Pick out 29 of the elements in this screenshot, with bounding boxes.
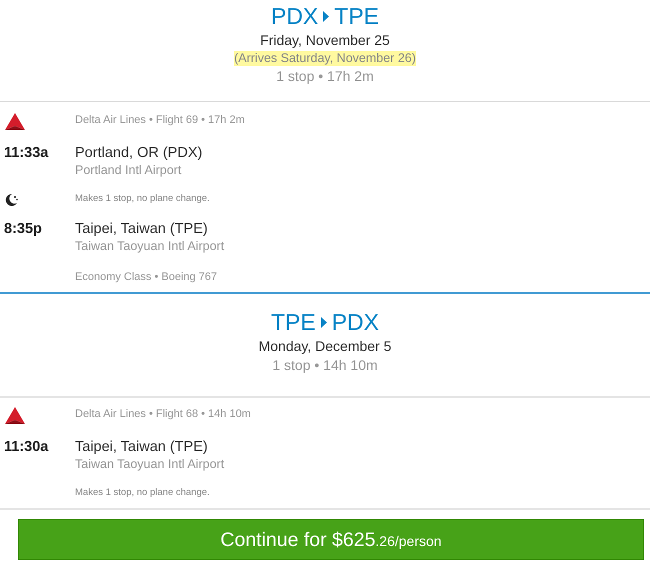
origin-code: PDX: [270, 2, 318, 30]
triangle-right-icon: [320, 316, 327, 328]
trip-summary: 1 stop • 17h 2m: [276, 67, 374, 85]
moon-icon: [5, 192, 18, 206]
destination-code: PDX: [332, 308, 380, 336]
cabin-info: Economy Class • Boeing 767: [75, 270, 218, 284]
airline-logo-icon: [5, 407, 25, 424]
triangle-right-icon: [323, 10, 330, 22]
flight-time: 11:30a: [3, 438, 50, 456]
origin-code: TPE: [270, 308, 316, 336]
airport-name: Portland Intl Airport: [75, 162, 182, 178]
city-name: Taipei, Taiwan (TPE): [75, 438, 209, 456]
trip-summary: 1 stop • 14h 10m: [272, 356, 378, 374]
airport-name: Taiwan Taoyuan Intl Airport: [75, 238, 226, 254]
departure-date: Monday, December 5: [258, 337, 392, 355]
city-name: Portland, OR (PDX): [75, 144, 204, 162]
airline-logo-icon: [5, 113, 25, 130]
flight-time: 11:33a: [3, 144, 50, 162]
destination-code: TPE: [334, 2, 380, 30]
flight-info: Delta Air Lines • Flight 68 • 14h 10m: [75, 407, 252, 421]
stop-note: Makes 1 stop, no plane change.: [75, 192, 211, 206]
flight-info: Delta Air Lines • Flight 69 • 17h 2m: [75, 113, 246, 127]
stop-note: Makes 1 stop, no plane change.: [75, 486, 211, 500]
arrival-note: (Arrives Saturday, November 26): [234, 51, 416, 66]
city-name: Taipei, Taiwan (TPE): [75, 220, 209, 238]
continue-button[interactable]: Continue for $625.26/person: [18, 519, 644, 560]
airport-name: Taiwan Taoyuan Intl Airport: [75, 456, 226, 472]
flight-time: 8:35p: [3, 220, 43, 238]
departure-date: Friday, November 25: [260, 31, 390, 49]
